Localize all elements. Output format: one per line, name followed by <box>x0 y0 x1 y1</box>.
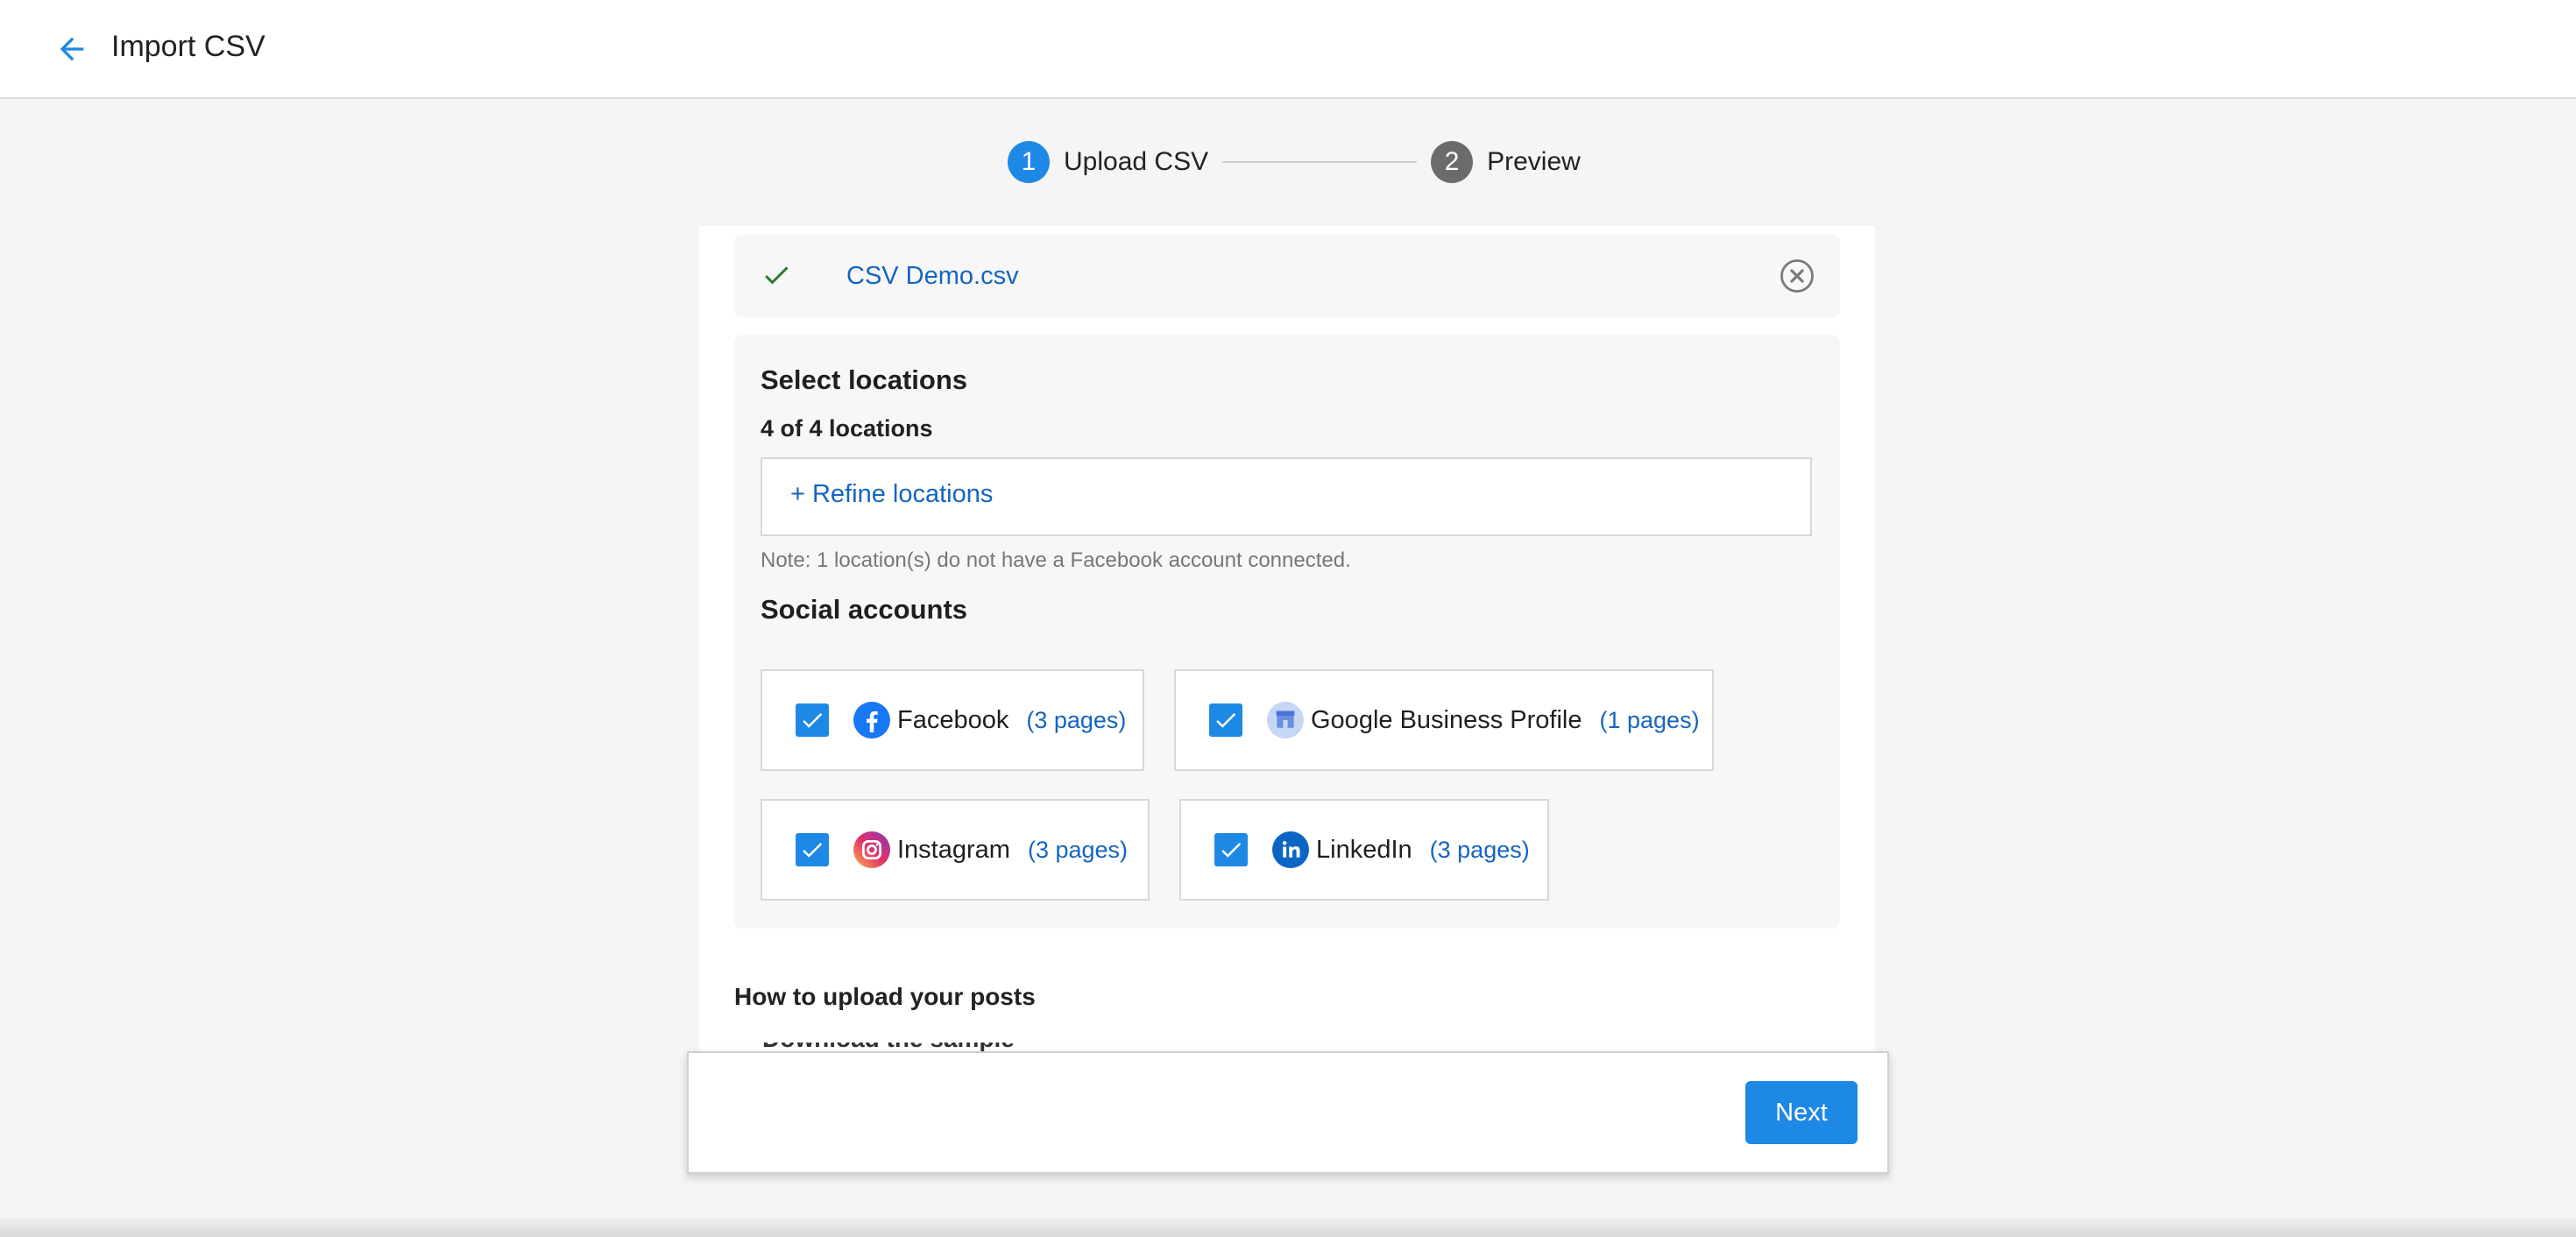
account-pages-link[interactable]: (1 pages) <box>1600 707 1700 734</box>
next-button[interactable]: Next <box>1745 1081 1858 1144</box>
checkmark-icon <box>803 843 823 858</box>
account-name: Facebook <box>897 705 1009 734</box>
account-pages-link[interactable]: (3 pages) <box>1028 837 1128 864</box>
arrow-left-icon <box>60 37 84 61</box>
check-icon <box>765 266 789 285</box>
file-name-link[interactable]: CSV Demo.csv <box>846 260 1019 292</box>
uploaded-file-row: CSV Demo.csv <box>734 235 1840 317</box>
facebook-checkbox[interactable] <box>796 703 829 737</box>
account-card-facebook[interactable]: Facebook (3 pages) <box>761 669 1144 771</box>
account-pages-link[interactable]: (3 pages) <box>1430 837 1530 864</box>
google-business-checkbox[interactable] <box>1209 703 1242 737</box>
checkmark-icon <box>1221 843 1242 858</box>
footer-bar: Next <box>687 1051 1889 1174</box>
facebook-icon <box>853 702 890 739</box>
step-number: 2 <box>1431 141 1474 183</box>
how-to-upload-heading: How to upload your posts <box>734 983 1036 1010</box>
linkedin-icon <box>1272 831 1309 868</box>
social-accounts-heading: Social accounts <box>761 594 968 625</box>
stepper: 1 Upload CSV 2 Preview <box>1008 140 1581 184</box>
step-connector <box>1222 161 1418 163</box>
locations-count: 4 of 4 locations <box>761 415 933 442</box>
locations-section: Select locations 4 of 4 locations + Refi… <box>734 335 1840 929</box>
linkedin-checkbox[interactable] <box>1214 833 1248 866</box>
account-name: LinkedIn <box>1316 835 1412 864</box>
checkmark-icon <box>1216 713 1236 728</box>
bottom-edge <box>0 1218 2576 1237</box>
refine-locations-link[interactable]: + Refine locations <box>790 480 993 509</box>
account-card-instagram[interactable]: Instagram (3 pages) <box>761 799 1150 901</box>
close-circle-icon[interactable] <box>1779 258 1815 294</box>
account-card-google-business[interactable]: Google Business Profile (1 pages) <box>1174 669 1714 771</box>
instagram-icon <box>853 831 890 868</box>
instagram-checkbox[interactable] <box>796 833 829 866</box>
refine-locations-field[interactable]: + Refine locations <box>761 457 1812 536</box>
locations-note: Note: 1 location(s) do not have a Facebo… <box>761 548 1351 572</box>
google-business-icon <box>1267 702 1304 739</box>
page-title: Import CSV <box>111 30 265 63</box>
back-button[interactable] <box>47 25 96 74</box>
select-locations-heading: Select locations <box>761 364 968 395</box>
step-number: 1 <box>1008 141 1050 183</box>
upload-panel: CSV Demo.csv Select locations 4 of 4 loc… <box>699 226 1875 1102</box>
account-name: Instagram <box>897 835 1010 864</box>
step-label: Upload CSV <box>1064 147 1209 176</box>
step-label: Preview <box>1487 147 1581 176</box>
account-pages-link[interactable]: (3 pages) <box>1026 707 1126 734</box>
account-card-linkedin[interactable]: LinkedIn (3 pages) <box>1179 799 1549 901</box>
top-bar: Import CSV <box>0 0 2576 99</box>
account-name: Google Business Profile <box>1311 705 1582 734</box>
step-preview: 2 Preview <box>1431 141 1581 183</box>
checkmark-icon <box>803 713 823 728</box>
step-upload-csv: 1 Upload CSV <box>1008 141 1208 183</box>
